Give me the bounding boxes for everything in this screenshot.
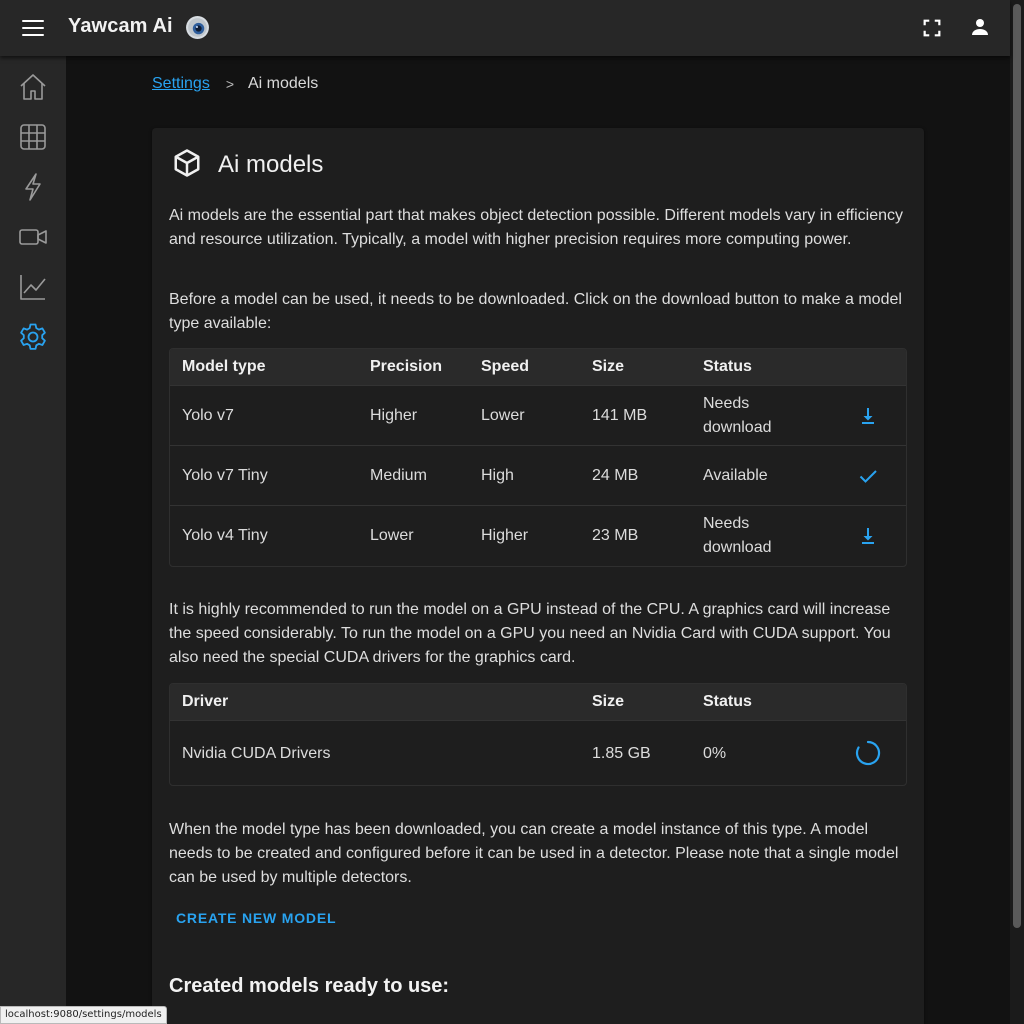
speed-cell: Higher	[481, 526, 529, 544]
breadcrumb: Settings > Ai models	[152, 75, 318, 93]
model-type-cell: Yolo v7 Tiny	[182, 466, 268, 484]
column-header-size: Size	[592, 693, 625, 710]
instance-note-text: When the model type has been downloaded,…	[169, 821, 899, 886]
table-row: Yolo v7 Higher Lower 141 MB Needs downlo…	[170, 385, 906, 445]
fullscreen-icon[interactable]	[921, 17, 943, 39]
loading-spinner-icon	[855, 740, 881, 766]
precision-cell: Lower	[370, 526, 414, 544]
chart-icon	[20, 275, 46, 300]
scrollbar-thumb[interactable]	[1013, 4, 1021, 928]
status-cell: Needs download	[703, 514, 772, 556]
breadcrumb-separator: >	[225, 76, 234, 92]
browser-status-url: localhost:9080/settings/models	[0, 1006, 167, 1024]
column-header-status: Status	[703, 358, 752, 375]
video-camera-icon	[19, 229, 47, 245]
drivers-table-header: Driver Size Status	[170, 684, 906, 720]
hamburger-menu-icon[interactable]	[22, 18, 44, 38]
column-header-driver: Driver	[182, 693, 229, 710]
model-type-cell: Yolo v4 Tiny	[182, 526, 268, 544]
sidebar-item-home[interactable]	[17, 71, 49, 103]
speed-cell: High	[481, 466, 514, 484]
breadcrumb-current: Ai models	[248, 75, 319, 92]
ai-models-card: Ai models Ai models are the essential pa…	[152, 128, 924, 1024]
sidebar-item-statistics[interactable]	[17, 271, 49, 303]
sidebar-item-settings[interactable]	[17, 321, 49, 353]
download-icon[interactable]	[856, 404, 880, 428]
column-header-size: Size	[592, 358, 625, 375]
sidebar-nav	[0, 56, 66, 1024]
sidebar-item-grid[interactable]	[17, 121, 49, 153]
models-table-header: Model type Precision Speed Size Status	[170, 349, 906, 385]
driver-name-cell: Nvidia CUDA Drivers	[182, 744, 331, 762]
sidebar-item-cameras[interactable]	[17, 221, 49, 253]
sidebar-item-events[interactable]	[17, 171, 49, 203]
intro-text: Ai models are the essential part that ma…	[169, 207, 904, 248]
status-cell: Available	[703, 466, 768, 484]
size-cell: 24 MB	[592, 466, 639, 484]
size-cell: 1.85 GB	[592, 744, 651, 762]
column-header-status: Status	[703, 693, 752, 710]
lightning-icon	[25, 173, 41, 201]
table-row: Yolo v7 Tiny Medium High 24 MB Available	[170, 445, 906, 505]
download-icon[interactable]	[856, 524, 880, 548]
drivers-table: Driver Size Status Nvidia CUDA Drivers 1…	[169, 683, 907, 786]
home-icon	[20, 74, 46, 100]
models-table: Model type Precision Speed Size Status Y…	[169, 348, 907, 567]
status-cell: Needs download	[703, 394, 772, 436]
account-icon[interactable]	[968, 15, 992, 39]
precision-cell: Higher	[370, 406, 418, 424]
page-scrollbar[interactable]	[1010, 0, 1024, 1024]
size-cell: 23 MB	[592, 526, 639, 544]
created-models-heading: Created models ready to use:	[169, 975, 450, 997]
page-title: Ai models	[218, 151, 324, 178]
breadcrumb-settings-link[interactable]: Settings	[152, 75, 210, 93]
gear-icon	[20, 323, 46, 350]
gpu-note-text: It is highly recommended to run the mode…	[169, 601, 891, 666]
webcam-logo-icon	[186, 16, 209, 39]
column-header-speed: Speed	[481, 358, 530, 375]
column-header-precision: Precision	[370, 358, 443, 375]
status-cell: 0%	[703, 744, 727, 762]
table-row: Nvidia CUDA Drivers 1.85 GB 0%	[170, 720, 906, 785]
app-bar: Yawcam Ai	[0, 0, 1010, 56]
precision-cell: Medium	[370, 466, 427, 484]
download-hint-text: Before a model can be used, it needs to …	[169, 291, 902, 332]
table-row: Yolo v4 Tiny Lower Higher 23 MB Needs do…	[170, 505, 906, 565]
speed-cell: Lower	[481, 406, 525, 424]
column-header-model-type: Model type	[182, 358, 266, 375]
app-title: Yawcam Ai	[68, 15, 173, 37]
check-icon	[859, 470, 877, 483]
model-type-cell: Yolo v7	[182, 406, 234, 424]
grid-icon	[20, 124, 46, 150]
cube-icon	[174, 149, 200, 177]
create-new-model-button[interactable]: CREATE NEW MODEL	[176, 910, 336, 926]
size-cell: 141 MB	[592, 406, 648, 424]
